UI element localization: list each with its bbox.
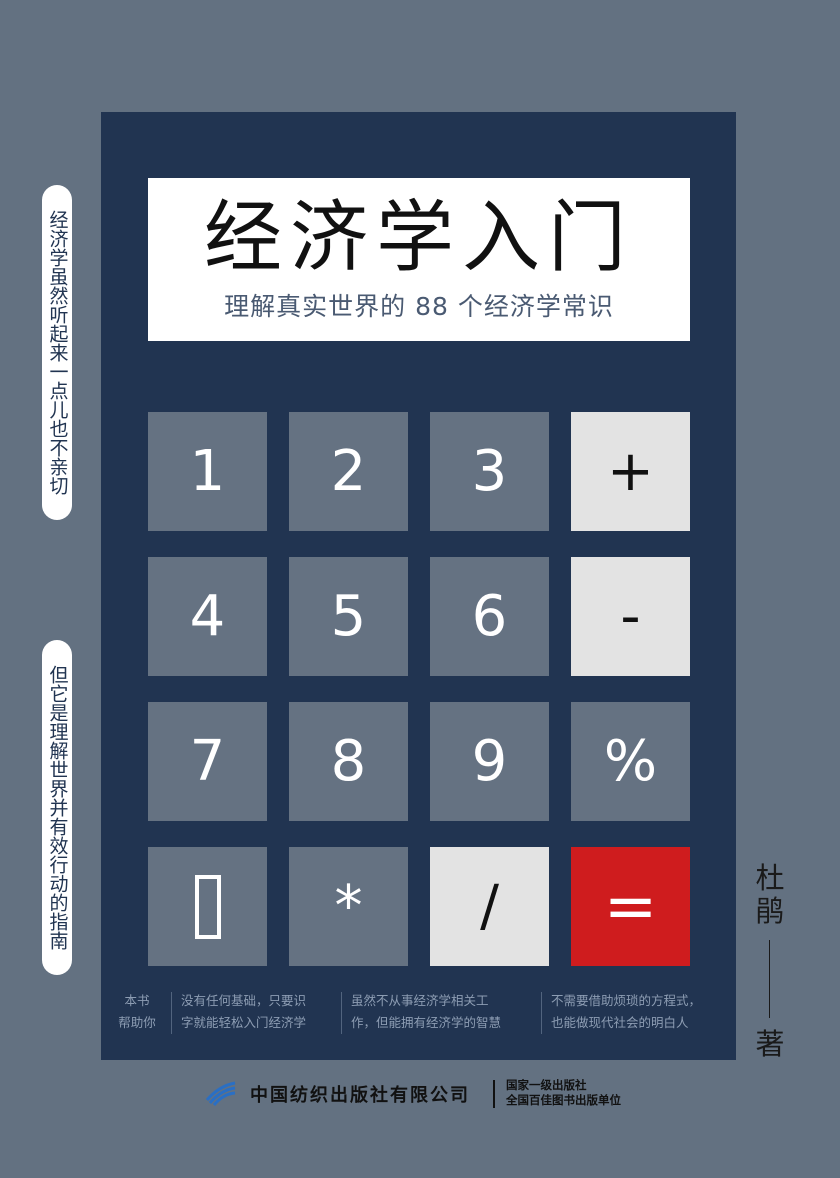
benefit-divider xyxy=(171,992,172,1034)
benefit-divider xyxy=(341,992,342,1034)
title-panel: 经济学入门 理解真实世界的 88 个经济学常识 xyxy=(148,178,690,341)
benefits-label: 本书 帮助你 xyxy=(117,990,157,1034)
benefit-item-2: 虽然不从事经济学相关工 作，但能拥有经济学的智慧 xyxy=(351,990,501,1034)
benefits-label-line1: 本书 xyxy=(124,993,150,1008)
benefit-item-3: 不需要借助烦琐的方程式， 也能做现代社会的明白人 xyxy=(551,990,701,1034)
key-9: 9 xyxy=(430,702,549,821)
benefit-item-3-line2: 也能做现代社会的明白人 xyxy=(551,1015,689,1030)
box-glyph-icon xyxy=(194,874,221,939)
benefit-item-1-line1: 没有任何基础，只要识 xyxy=(181,993,307,1008)
key-6: 6 xyxy=(430,557,549,676)
author-name: 杜鹃 xyxy=(755,861,785,928)
benefit-item-1: 没有任何基础，只要识 字就能轻松入门经济学 xyxy=(181,990,306,1034)
author-role: 著 xyxy=(755,1027,785,1061)
key-4: 4 xyxy=(148,557,267,676)
benefit-item-2-line1: 虽然不从事经济学相关工 xyxy=(351,993,489,1008)
publisher-logo-icon xyxy=(205,1081,236,1106)
book-title: 经济学入门 xyxy=(203,193,634,283)
key-7: 7 xyxy=(148,702,267,821)
key-box xyxy=(148,847,267,966)
benefit-item-2-line2: 作，但能拥有经济学的智慧 xyxy=(351,1015,502,1030)
key-8: 8 xyxy=(289,702,408,821)
author-divider xyxy=(769,940,770,1018)
publisher-note: 国家一级出版社 全国百佳图书出版单位 xyxy=(506,1078,621,1108)
benefit-item-3-line1: 不需要借助烦琐的方程式， xyxy=(551,993,702,1008)
key-multiply: * xyxy=(289,847,408,966)
key-percent: % xyxy=(571,702,690,821)
key-3: 3 xyxy=(430,412,549,531)
publisher-note-line1: 国家一级出版社 xyxy=(506,1078,587,1092)
key-1: 1 xyxy=(148,412,267,531)
key-divide: / xyxy=(430,847,549,966)
benefit-divider xyxy=(541,992,542,1034)
publisher-divider xyxy=(493,1080,495,1108)
key-2: 2 xyxy=(289,412,408,531)
key-plus: + xyxy=(571,412,690,531)
side-quote-bottom: 但它是理解世界并有效行动的指南 xyxy=(42,640,72,975)
key-equals: = xyxy=(571,847,690,966)
publisher-note-line2: 全国百佳图书出版单位 xyxy=(506,1093,621,1107)
benefit-item-1-line2: 字就能轻松入门经济学 xyxy=(181,1015,307,1030)
book-subtitle: 理解真实世界的 88 个经济学常识 xyxy=(224,292,614,321)
publisher-name: 中国纺织出版社有限公司 xyxy=(250,1085,470,1106)
side-quote-top: 经济学虽然听起来一点儿也不亲切 xyxy=(42,185,72,520)
key-minus: - xyxy=(571,557,690,676)
benefits-label-line2: 帮助你 xyxy=(118,1015,156,1030)
key-5: 5 xyxy=(289,557,408,676)
